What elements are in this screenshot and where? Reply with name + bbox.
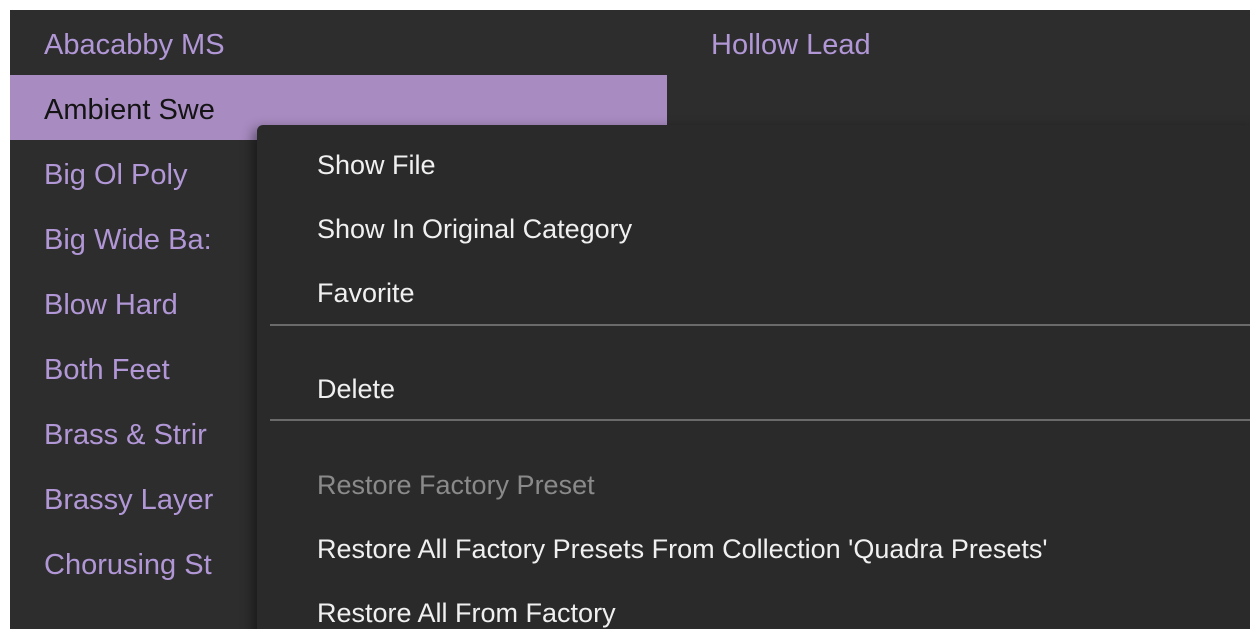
menu-item-show-file[interactable]: Show File xyxy=(317,145,436,185)
menu-item-favorite[interactable]: Favorite xyxy=(317,273,415,313)
preset-item[interactable]: Abacabby MS xyxy=(10,10,667,75)
menu-item-show-in-original-category[interactable]: Show In Original Category xyxy=(317,209,632,249)
menu-separator xyxy=(270,324,1250,326)
preset-browser: Abacabby MS Ambient Swe Big Ol Poly Big … xyxy=(10,10,1250,629)
menu-item-restore-factory-preset: Restore Factory Preset xyxy=(317,470,595,500)
menu-item-restore-all-from-factory[interactable]: Restore All From Factory xyxy=(317,593,616,629)
menu-item-restore-all-factory-presets-from-collection[interactable]: Restore All Factory Presets From Collect… xyxy=(317,529,1048,569)
menu-item-delete[interactable]: Delete xyxy=(317,369,395,409)
menu-separator xyxy=(270,419,1250,421)
preset-item[interactable]: Hollow Lead xyxy=(677,10,1250,75)
preset-list-right: Hollow Lead xyxy=(677,10,1250,75)
context-menu: Show File Show In Original Category Favo… xyxy=(257,125,1250,629)
